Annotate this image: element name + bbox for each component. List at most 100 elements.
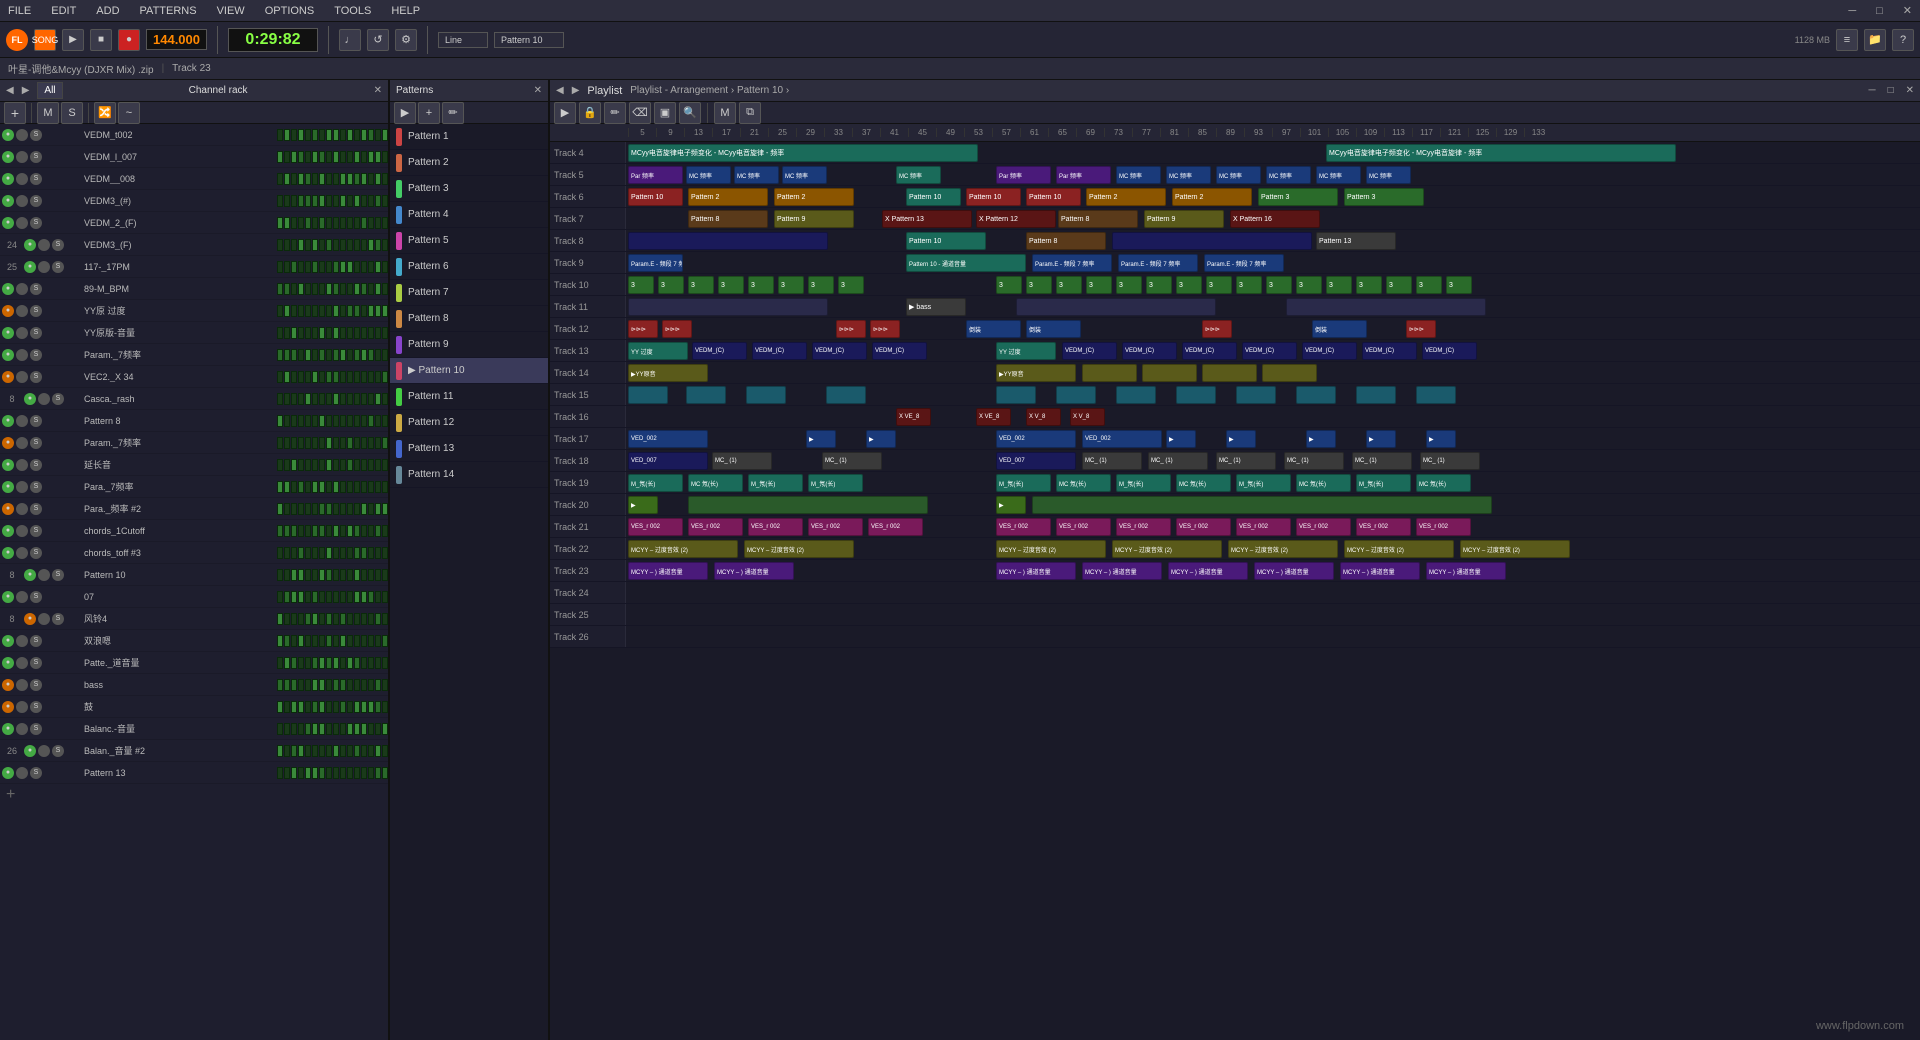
playlist-snap-btn[interactable]: 🔒 [579, 102, 601, 124]
playlist-tracks[interactable]: Track 4 MCyy电音旋律电子频变化 - MCyy电音旋律 - 频率 MC… [550, 142, 1920, 1040]
ch-power-btn[interactable]: ● [2, 305, 14, 317]
track-block[interactable]: Pattern 2 [1172, 188, 1252, 206]
track-block[interactable]: MC 氖(长) [1056, 474, 1111, 492]
channel-row[interactable]: ● S 07 [0, 586, 388, 608]
track-block[interactable]: MCYY – ) 通道音量 [1340, 562, 1420, 580]
track-block[interactable]: VED_007 [996, 452, 1076, 470]
maximize-btn[interactable]: □ [1872, 5, 1887, 17]
track-block[interactable]: MC 频率 [1366, 166, 1411, 184]
track-block[interactable]: MCYY – 过度音效 (2) [1460, 540, 1570, 558]
ch-mute-btn[interactable] [16, 371, 28, 383]
track-block[interactable]: MCYY – ) 通道音量 [996, 562, 1076, 580]
track-block[interactable]: MC 频率 [1216, 166, 1261, 184]
ch-solo-btn[interactable]: S [52, 613, 64, 625]
ch-solo-btn[interactable]: S [30, 349, 42, 361]
track-block[interactable]: VES_r 002 [1116, 518, 1171, 536]
track-block[interactable]: Pattern 10 [906, 232, 986, 250]
ch-mute-btn[interactable] [16, 415, 28, 427]
minimize-btn[interactable]: ─ [1844, 5, 1860, 17]
line-selector[interactable]: Line [438, 32, 488, 48]
channel-row[interactable]: ● S VEDM_l_007 [0, 146, 388, 168]
ch-solo-btn[interactable]: S [52, 745, 64, 757]
ch-mute-btn[interactable] [16, 305, 28, 317]
ch-solo-btn[interactable]: S [30, 547, 42, 559]
track-block[interactable]: 3 [1086, 276, 1112, 294]
record-btn[interactable]: ● [118, 29, 140, 51]
track-block[interactable]: MCYY – ) 通道音量 [714, 562, 794, 580]
ch-power-btn[interactable]: ● [2, 503, 14, 515]
track-content-9[interactable]: Param.E - 频段 7 频率 Pattern 10 - 通道音量 Para… [626, 252, 1920, 273]
track-block[interactable]: VEDM_(C) [1362, 342, 1417, 360]
track-block[interactable]: VES_r 002 [996, 518, 1051, 536]
track-block[interactable]: 3 [628, 276, 654, 294]
track-block[interactable]: 3 [1446, 276, 1472, 294]
track-block[interactable]: VES_r 002 [1356, 518, 1411, 536]
track-block[interactable]: MC 频率 [734, 166, 779, 184]
channel-row[interactable]: ● S Balanc.-音量 [0, 718, 388, 740]
ch-power-btn[interactable]: ● [24, 613, 36, 625]
ch-power-btn[interactable]: ● [2, 371, 14, 383]
track-block[interactable]: MCYY – 过度音效 (2) [744, 540, 854, 558]
track-block[interactable] [1032, 496, 1492, 514]
track-block[interactable] [1286, 298, 1486, 316]
track-block[interactable]: X V_8 [1070, 408, 1105, 426]
track-block[interactable]: ▶ [866, 430, 896, 448]
track-block[interactable]: 3 [1236, 276, 1262, 294]
track-block[interactable] [1416, 386, 1456, 404]
playlist-copy-btn[interactable]: ⧉ [739, 102, 761, 124]
track-block[interactable]: ▶ [1366, 430, 1396, 448]
track-block[interactable]: ▶YY原音 [996, 364, 1076, 382]
play-btn[interactable]: ▶ [62, 29, 84, 51]
track-block[interactable]: 倒装 [1312, 320, 1367, 338]
bpm-display[interactable]: 144.000 [146, 29, 207, 50]
track-block[interactable]: MC 频率 [782, 166, 827, 184]
ch-mute-btn[interactable] [16, 591, 28, 603]
track-block[interactable]: X VE_8 [896, 408, 931, 426]
track-block[interactable]: X Pattern 12 [976, 210, 1056, 228]
ch-power-btn[interactable]: ● [2, 635, 14, 647]
track-block[interactable]: MC_ (1) [712, 452, 772, 470]
track-content-19[interactable]: M_氖(长) MC 氖(长) M_氖(长) M_氖(长) M_氖(长) MC 氖… [626, 472, 1920, 493]
ch-power-btn[interactable]: ● [24, 239, 36, 251]
ch-mute-btn[interactable] [38, 745, 50, 757]
track-block[interactable]: VES_r 002 [1296, 518, 1351, 536]
ch-power-btn[interactable]: ● [24, 393, 36, 405]
track-block[interactable]: 3 [1416, 276, 1442, 294]
track-block[interactable]: VES_r 002 [628, 518, 683, 536]
track-block[interactable]: VES_r 002 [688, 518, 743, 536]
channel-row[interactable]: ● S VEC2._X 34 [0, 366, 388, 388]
pattern-add-btn[interactable]: + [418, 102, 440, 124]
pattern-item-1[interactable]: Pattern 1 [390, 124, 548, 150]
track-content-24[interactable] [626, 582, 1920, 603]
close-btn[interactable]: ✕ [1899, 4, 1916, 17]
track-block[interactable] [1082, 364, 1137, 382]
track-content-5[interactable]: Par 频率 MC 频率 MC 频率 MC 频率 MC 频率 Par 频率 Pa… [626, 164, 1920, 185]
playlist-pencil-btn[interactable]: ✏ [604, 102, 626, 124]
track-block[interactable]: VEDM_(C) [1062, 342, 1117, 360]
track-block[interactable]: Pattern 8 [1058, 210, 1138, 228]
channel-row[interactable]: 26 ● S Balan._音量 #2 [0, 740, 388, 762]
pattern-item-13[interactable]: Pattern 13 [390, 436, 548, 462]
track-block[interactable]: YY 过度 [628, 342, 688, 360]
ch-solo-btn[interactable]: S [30, 635, 42, 647]
ch-solo-btn[interactable]: S [30, 767, 42, 779]
track-content-20[interactable]: ▶ ▶ [626, 494, 1920, 515]
track-block[interactable]: X Pattern 16 [1230, 210, 1320, 228]
track-content-11[interactable]: ▶ bass [626, 296, 1920, 317]
ch-solo-btn[interactable]: S [30, 525, 42, 537]
track-block[interactable] [688, 496, 928, 514]
track-content-14[interactable]: ▶YY原音 ▶YY原音 [626, 362, 1920, 383]
track-block[interactable]: MC_ (1) [1216, 452, 1276, 470]
ch-power-btn[interactable]: ● [2, 723, 14, 735]
track-content-6[interactable]: Pattern 10 Pattern 2 Pattern 2 Pattern 1… [626, 186, 1920, 207]
track-block[interactable]: Pattern 2 [1086, 188, 1166, 206]
track-block[interactable]: MC_ (1) [1082, 452, 1142, 470]
ch-power-btn[interactable]: ● [2, 283, 14, 295]
playlist-mute-btn[interactable]: M [714, 102, 736, 124]
track-block[interactable]: VED_002 [996, 430, 1076, 448]
track-block[interactable]: VES_r 002 [1236, 518, 1291, 536]
track-block[interactable]: VEDM_(C) [1122, 342, 1177, 360]
track-block[interactable]: Pattern 3 [1344, 188, 1424, 206]
track-block[interactable]: M_氖(长) [1356, 474, 1411, 492]
ch-power-btn[interactable]: ● [2, 679, 14, 691]
